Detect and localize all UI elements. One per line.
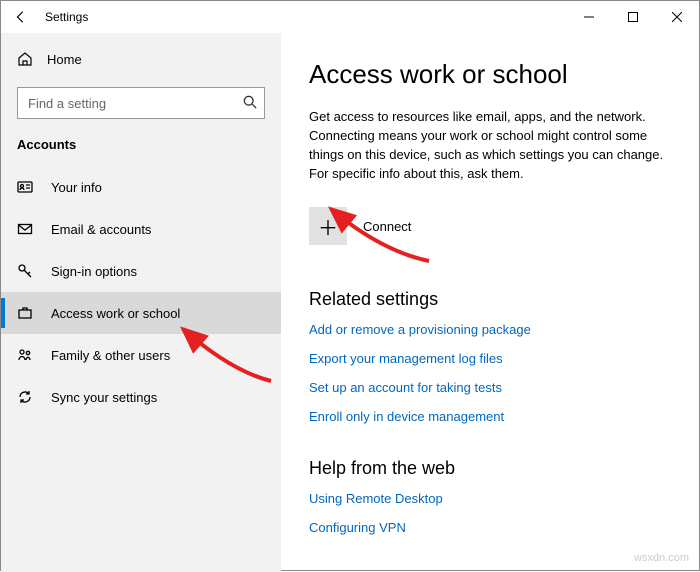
people-icon bbox=[17, 347, 33, 363]
arrow-left-icon bbox=[14, 10, 28, 24]
home-icon bbox=[17, 51, 33, 67]
page-title: Access work or school bbox=[309, 59, 665, 90]
close-button[interactable] bbox=[655, 1, 699, 33]
home-label: Home bbox=[47, 52, 82, 67]
connect-button[interactable]: ＋ bbox=[309, 207, 347, 245]
sidebar-item-label: Sign-in options bbox=[51, 264, 137, 279]
close-icon bbox=[672, 12, 682, 22]
help-links: Using Remote Desktop Configuring VPN bbox=[309, 491, 665, 535]
home-button[interactable]: Home bbox=[1, 41, 281, 77]
sidebar-item-email-accounts[interactable]: Email & accounts bbox=[1, 208, 281, 250]
link-enroll-device-management[interactable]: Enroll only in device management bbox=[309, 409, 665, 424]
sidebar-item-sync-settings[interactable]: Sync your settings bbox=[1, 376, 281, 418]
back-button[interactable] bbox=[1, 1, 41, 33]
link-export-logs[interactable]: Export your management log files bbox=[309, 351, 665, 366]
maximize-button[interactable] bbox=[611, 1, 655, 33]
nav-list: Your info Email & accounts Sign-in optio… bbox=[1, 166, 281, 418]
search-icon bbox=[243, 95, 257, 109]
search-wrap bbox=[17, 87, 265, 119]
help-heading: Help from the web bbox=[309, 458, 665, 479]
section-title: Accounts bbox=[1, 137, 281, 166]
sidebar-item-signin-options[interactable]: Sign-in options bbox=[1, 250, 281, 292]
sidebar-item-your-info[interactable]: Your info bbox=[1, 166, 281, 208]
link-taking-tests[interactable]: Set up an account for taking tests bbox=[309, 380, 665, 395]
sidebar: Home Accounts Your info Email & accounts… bbox=[1, 33, 281, 572]
minimize-button[interactable] bbox=[567, 1, 611, 33]
sidebar-item-label: Family & other users bbox=[51, 348, 170, 363]
window-title: Settings bbox=[41, 10, 88, 24]
link-provisioning-package[interactable]: Add or remove a provisioning package bbox=[309, 322, 665, 337]
maximize-icon bbox=[628, 12, 638, 22]
related-settings-heading: Related settings bbox=[309, 289, 665, 310]
sync-icon bbox=[17, 389, 33, 405]
link-configuring-vpn[interactable]: Configuring VPN bbox=[309, 520, 665, 535]
minimize-icon bbox=[584, 12, 594, 22]
titlebar: Settings bbox=[1, 1, 699, 33]
search-input[interactable] bbox=[17, 87, 265, 119]
key-icon bbox=[17, 263, 33, 279]
link-remote-desktop[interactable]: Using Remote Desktop bbox=[309, 491, 665, 506]
connect-label: Connect bbox=[363, 219, 411, 234]
sidebar-item-family-users[interactable]: Family & other users bbox=[1, 334, 281, 376]
page-description: Get access to resources like email, apps… bbox=[309, 108, 665, 183]
sidebar-item-label: Your info bbox=[51, 180, 102, 195]
mail-icon bbox=[17, 221, 33, 237]
sidebar-item-access-work-school[interactable]: Access work or school bbox=[1, 292, 281, 334]
sidebar-item-label: Sync your settings bbox=[51, 390, 157, 405]
briefcase-icon bbox=[17, 305, 33, 321]
person-card-icon bbox=[17, 179, 33, 195]
watermark: wsxdn.com bbox=[634, 552, 689, 564]
connect-row: ＋ Connect bbox=[309, 207, 665, 245]
plus-icon: ＋ bbox=[318, 212, 338, 241]
main-pane: Access work or school Get access to reso… bbox=[281, 33, 699, 572]
related-links: Add or remove a provisioning package Exp… bbox=[309, 322, 665, 424]
sidebar-item-label: Access work or school bbox=[51, 306, 180, 321]
sidebar-item-label: Email & accounts bbox=[51, 222, 151, 237]
